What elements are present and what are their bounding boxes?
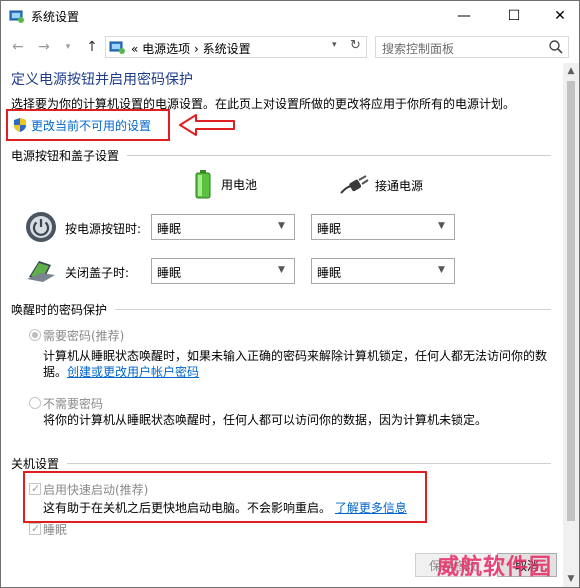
lid-close-plugged-select[interactable]: 睡眠 ▼ — [311, 258, 455, 284]
scrollbar-thumb[interactable] — [567, 81, 575, 521]
address-dropdown-icon[interactable]: ▾ — [332, 40, 337, 50]
checkmark-icon: ✓ — [31, 522, 41, 535]
battery-column-label: 用电池 — [221, 177, 258, 192]
control-panel-icon — [109, 41, 125, 54]
no-password-radio[interactable] — [29, 397, 41, 409]
vertical-scrollbar[interactable]: ▲ ▼ — [563, 63, 579, 587]
scroll-down-icon[interactable]: ▼ — [563, 571, 579, 587]
lid-close-battery-select[interactable]: 睡眠 ▼ — [151, 258, 295, 284]
power-button-icon — [26, 212, 56, 242]
annotation-highlight-box — [23, 471, 427, 523]
refresh-icon[interactable]: ↻ — [350, 38, 361, 53]
search-placeholder: 搜索控制面板 — [382, 42, 455, 56]
forward-button[interactable]: → — [35, 37, 53, 57]
system-settings-window: 系统设置 — ☐ ✕ ← → ▾ ↑ « 电源选项 › 系统设置 ▾ ↻ 搜索控… — [0, 0, 580, 588]
lid-close-label: 关闭盖子时: — [65, 266, 130, 280]
laptop-lid-icon — [27, 261, 55, 282]
scroll-up-icon[interactable]: ▲ — [563, 63, 579, 79]
require-password-description: 计算机从睡眠状态唤醒时，如果未输入正确的密码来解除计算机锁定，任何人都无法访问你… — [43, 349, 548, 363]
select-value: 睡眠 — [317, 266, 342, 280]
back-button[interactable]: ← — [9, 37, 27, 57]
window-title: 系统设置 — [31, 10, 80, 24]
plugged-column-header: 接通电源 — [339, 175, 423, 195]
breadcrumb[interactable]: « 电源选项 › 系统设置 — [131, 40, 251, 57]
maximize-button[interactable]: ☐ — [491, 1, 537, 31]
section-divider — [115, 309, 551, 310]
require-password-label: 需要密码(推荐) — [43, 329, 125, 343]
require-password-description-end: 据。 — [43, 365, 68, 379]
require-password-radio[interactable] — [29, 329, 41, 341]
search-icon[interactable] — [548, 39, 564, 55]
select-value: 睡眠 — [157, 266, 182, 280]
address-bar[interactable]: « 电源选项 › 系统设置 ▾ ↻ — [105, 36, 367, 58]
section-divider — [127, 155, 551, 156]
title-bar: 系统设置 — ☐ ✕ — [1, 1, 579, 31]
chevron-down-icon: ▼ — [278, 221, 285, 231]
select-value: 睡眠 — [317, 222, 342, 236]
page-title: 定义电源按钮并启用密码保护 — [11, 72, 193, 88]
sleep-label: 睡眠 — [43, 523, 68, 537]
chevron-down-icon: ▼ — [438, 221, 445, 231]
annotation-arrow-icon — [179, 114, 235, 136]
sleep-checkbox[interactable]: ✓ — [29, 522, 41, 535]
power-button-battery-select[interactable]: 睡眠 ▼ — [151, 214, 295, 240]
navigation-bar: ← → ▾ ↑ « 电源选项 › 系统设置 ▾ ↻ 搜索控制面板 — [1, 31, 579, 63]
password-section-heading: 唤醒时的密码保护 — [11, 303, 108, 317]
chevron-down-icon: ▼ — [438, 265, 445, 275]
require-password-description-cont: 据。创建或更改用户帐户密码 — [43, 363, 199, 380]
search-input[interactable]: 搜索控制面板 — [375, 36, 569, 58]
battery-icon — [195, 170, 211, 199]
select-value: 睡眠 — [157, 222, 182, 236]
content-area: 定义电源按钮并启用密码保护 选择要为你的计算机设置的电源设置。在此页上对设置所做… — [1, 63, 561, 587]
watermark-text: 威航软件园 — [437, 554, 553, 580]
recent-locations-dropdown[interactable]: ▾ — [59, 37, 77, 57]
power-button-plugged-select[interactable]: 睡眠 ▼ — [311, 214, 455, 240]
close-button[interactable]: ✕ — [537, 1, 579, 31]
minimize-button[interactable]: — — [441, 1, 487, 31]
control-panel-icon — [9, 10, 24, 23]
annotation-highlight-box — [6, 109, 170, 141]
radio-selected-dot — [32, 332, 38, 338]
shutdown-section-heading: 关机设置 — [11, 457, 60, 471]
no-password-description: 将你的计算机从睡眠状态唤醒时，任何人都可以访问你的数据，因为计算机未锁定。 — [43, 413, 488, 427]
power-plug-icon — [340, 175, 369, 194]
battery-column-header: 用电池 — [193, 169, 257, 199]
create-password-link[interactable]: 创建或更改用户帐户密码 — [67, 365, 199, 379]
power-button-label: 按电源按钮时: — [65, 222, 142, 236]
up-button[interactable]: ↑ — [83, 37, 101, 57]
chevron-down-icon: ▼ — [278, 265, 285, 275]
no-password-label: 不需要密码 — [43, 397, 104, 411]
power-section-heading: 电源按钮和盖子设置 — [11, 149, 120, 163]
plugged-column-label: 接通电源 — [375, 178, 424, 193]
section-divider — [67, 463, 551, 464]
